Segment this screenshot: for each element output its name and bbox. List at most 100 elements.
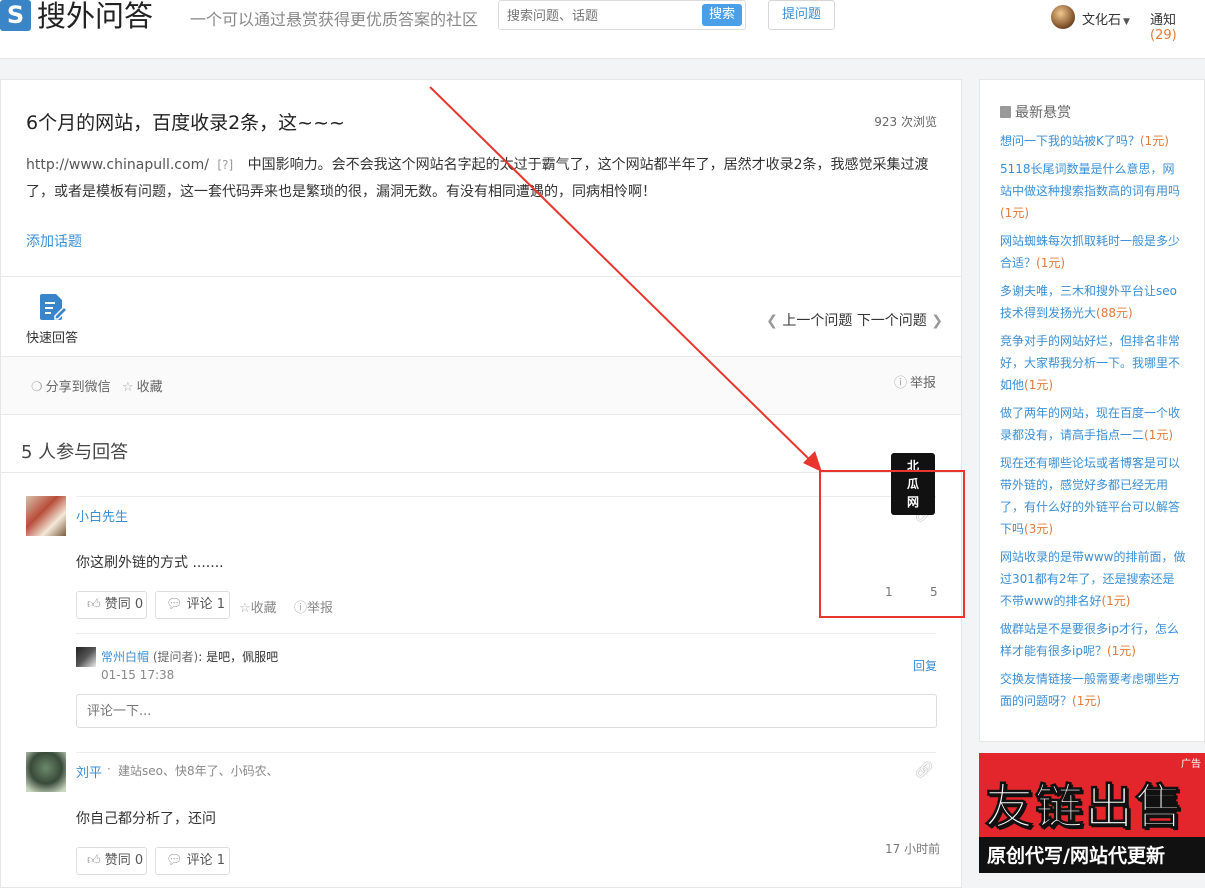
- reward-item[interactable]: 想问一下我的站被K了吗？(1元): [1000, 130, 1186, 152]
- sidebar-latest-rewards: 最新悬赏 想问一下我的站被K了吗？(1元) 5118长尾词数量是什么意思，网站中…: [979, 79, 1205, 742]
- answer-text: 你这刷外链的方式 .......: [76, 555, 224, 571]
- answer-report-button[interactable]: ⓘ举报: [294, 597, 333, 616]
- report-label: 举报: [910, 376, 937, 391]
- comment-input[interactable]: [85, 703, 889, 720]
- quick-answer-button[interactable]: 快速回答: [26, 327, 78, 346]
- prev-question-link[interactable]: 上一个问题: [782, 313, 852, 329]
- notify-label: 通知: [1150, 13, 1177, 28]
- reward-amount: (1元): [1106, 644, 1136, 658]
- url-tip[interactable]: [?]: [217, 158, 233, 172]
- share-wechat-label: 分享到微信: [45, 380, 111, 395]
- report-label: 举报: [307, 601, 334, 616]
- sidebar-title-text: 最新悬赏: [1015, 105, 1071, 121]
- comment-input-box: [76, 694, 937, 728]
- reward-item[interactable]: 网站蜘蛛每次抓取耗时一般是多少合适？(1元): [1000, 230, 1186, 274]
- reward-item[interactable]: 网站收录的是带www的排前面，做过301都有2年了，还是搜索还是不带www的排名…: [1000, 546, 1186, 612]
- like-label: 赞同 0: [104, 597, 144, 612]
- favorite-label: 收藏: [250, 601, 277, 616]
- site-logo-text[interactable]: 搜外问答: [37, 0, 153, 34]
- reward-title: 5118长尾词数量是什么意思，网站中做这种搜索指数高的词有用吗: [1000, 162, 1181, 198]
- like-button[interactable]: 👍︎ 赞同 0: [76, 847, 147, 875]
- link-icon[interactable]: 🔗︎: [914, 760, 934, 779]
- question-action-bar: ❍ 分享到微信 ☆ 收藏 ⓘ 举报: [1, 357, 961, 414]
- alert-icon: ⓘ: [294, 601, 308, 616]
- caret-down-icon: ▼: [1123, 17, 1130, 27]
- reward-item[interactable]: 竞争对手的网站好烂，但排名非常好，大家帮我分析一下。我哪里不如他(1元): [1000, 330, 1186, 396]
- thumb-up-icon: 👍︎: [87, 597, 101, 612]
- report-button[interactable]: ⓘ 举报: [894, 372, 936, 391]
- reward-amount: (1元): [1072, 694, 1102, 708]
- reply-link[interactable]: 回复: [913, 657, 937, 674]
- edit-icon[interactable]: [38, 292, 68, 322]
- answer-author-bio: 建站seo、快8年了、小码农、: [118, 764, 279, 778]
- notify-count: (29): [1150, 28, 1177, 43]
- question-title: 6个月的网站，百度收录2条，这~~~: [26, 112, 345, 134]
- search-button[interactable]: 搜索: [702, 4, 742, 26]
- annotation-box: [819, 470, 965, 618]
- like-button[interactable]: 👍︎ 赞同 0: [76, 591, 147, 619]
- divider: [1, 414, 961, 415]
- reward-amount: (1元): [1139, 134, 1169, 148]
- reward-item[interactable]: 交换友情链接一般需要考虑哪些方面的问题呀？(1元): [1000, 668, 1186, 712]
- gift-icon: [1000, 106, 1011, 118]
- reward-title: 想问一下我的站被K了吗？: [1000, 134, 1140, 148]
- reward-amount: (88元): [1096, 306, 1133, 320]
- reward-list: 想问一下我的站被K了吗？(1元) 5118长尾词数量是什么意思，网站中做这种搜索…: [1000, 130, 1186, 718]
- site-slogan: 一个可以通过悬赏获得更优质答案的社区: [190, 10, 479, 29]
- comment-icon: 💬︎: [166, 853, 183, 868]
- chevron-right-icon: ❯: [931, 313, 943, 329]
- comment-time: 01-15 17:38: [101, 668, 175, 682]
- reward-item[interactable]: 做群站是不是要很多ip才行，怎么样才能有很多ip呢？(1元): [1000, 618, 1186, 662]
- favorite-label: 收藏: [136, 380, 163, 395]
- bio-separator: ·: [107, 762, 111, 776]
- reward-item[interactable]: 现在还有哪些论坛或者博客是可以带外链的，感觉好多都已经无用了，有什么好的外链平台…: [1000, 452, 1186, 540]
- star-icon: ☆: [239, 601, 251, 616]
- divider: [1, 276, 961, 277]
- answer-author-name[interactable]: 小白先生: [76, 506, 128, 525]
- comment-label: 评论 1: [186, 597, 226, 612]
- comment-text: : 是吧，佩服吧: [198, 650, 279, 664]
- reward-item[interactable]: 做了两年的网站，现在百度一个收录都没有，请高手指点一二(1元): [1000, 402, 1186, 446]
- ask-question-button[interactable]: 提问题: [768, 0, 835, 30]
- comment-icon: 💬︎: [166, 597, 183, 612]
- user-avatar[interactable]: [1051, 5, 1075, 29]
- answer-time: 17 小时前: [885, 842, 941, 856]
- reward-title: 多谢夫唯，三木和搜外平台让seo技术得到发扬光大: [1000, 284, 1177, 320]
- answers-count-heading: 5 人参与回答: [21, 442, 129, 463]
- ad-banner[interactable]: 广告 友链出售 原创代写/网站代更新: [979, 753, 1205, 873]
- reward-title: 网站收录的是带www的排前面，做过301都有2年了，还是搜索还是不带www的排名…: [1000, 550, 1186, 608]
- question-url[interactable]: http://www.chinapull.com/: [26, 157, 209, 173]
- reward-title: 做群站是不是要很多ip才行，怎么样才能有很多ip呢？: [1000, 622, 1179, 658]
- next-question-link[interactable]: 下一个问题: [857, 313, 927, 329]
- notifications-link[interactable]: 通知 (29): [1150, 9, 1205, 43]
- search-input[interactable]: [505, 5, 699, 27]
- comment-author-name[interactable]: 常州白帽: [101, 650, 149, 664]
- answer-favorite-button[interactable]: ☆收藏: [239, 597, 277, 616]
- comment-button[interactable]: 💬︎ 评论 1: [155, 847, 230, 875]
- comment-item: 常州白帽 (提问者): 是吧，佩服吧: [101, 648, 278, 665]
- divider: [76, 752, 936, 753]
- thumb-up-icon: 👍︎: [87, 853, 101, 868]
- chevron-left-icon: ❮: [766, 313, 778, 329]
- comment-button[interactable]: 💬︎ 评论 1: [155, 591, 230, 619]
- user-menu[interactable]: 文化石 ▼: [1082, 9, 1130, 28]
- divider: [76, 633, 936, 634]
- share-wechat-button[interactable]: ❍ 分享到微信: [31, 376, 111, 395]
- reward-amount: (1元): [1024, 378, 1054, 392]
- comment-label: 评论 1: [186, 853, 226, 868]
- ad-subtitle: 原创代写/网站代更新: [987, 845, 1165, 867]
- avatar[interactable]: [26, 752, 66, 792]
- divider: [1, 472, 961, 473]
- reward-item[interactable]: 多谢夫唯，三木和搜外平台让seo技术得到发扬光大(88元): [1000, 280, 1186, 324]
- avatar[interactable]: [26, 496, 66, 536]
- avatar[interactable]: [76, 647, 96, 667]
- answer-author-name[interactable]: 刘平: [76, 762, 102, 781]
- logo-icon[interactable]: S: [0, 0, 31, 31]
- reward-item[interactable]: 5118长尾词数量是什么意思，网站中做这种搜索指数高的词有用吗 (1元): [1000, 158, 1186, 224]
- view-count: 923 次浏览: [874, 115, 937, 129]
- like-label: 赞同 0: [104, 853, 144, 868]
- favorite-button[interactable]: ☆ 收藏: [122, 376, 163, 395]
- reward-amount: (1元): [1144, 428, 1174, 442]
- question-nav: ❮ 上一个问题 下一个问题 ❯: [766, 310, 943, 330]
- add-topic-link[interactable]: 添加话题: [26, 231, 82, 251]
